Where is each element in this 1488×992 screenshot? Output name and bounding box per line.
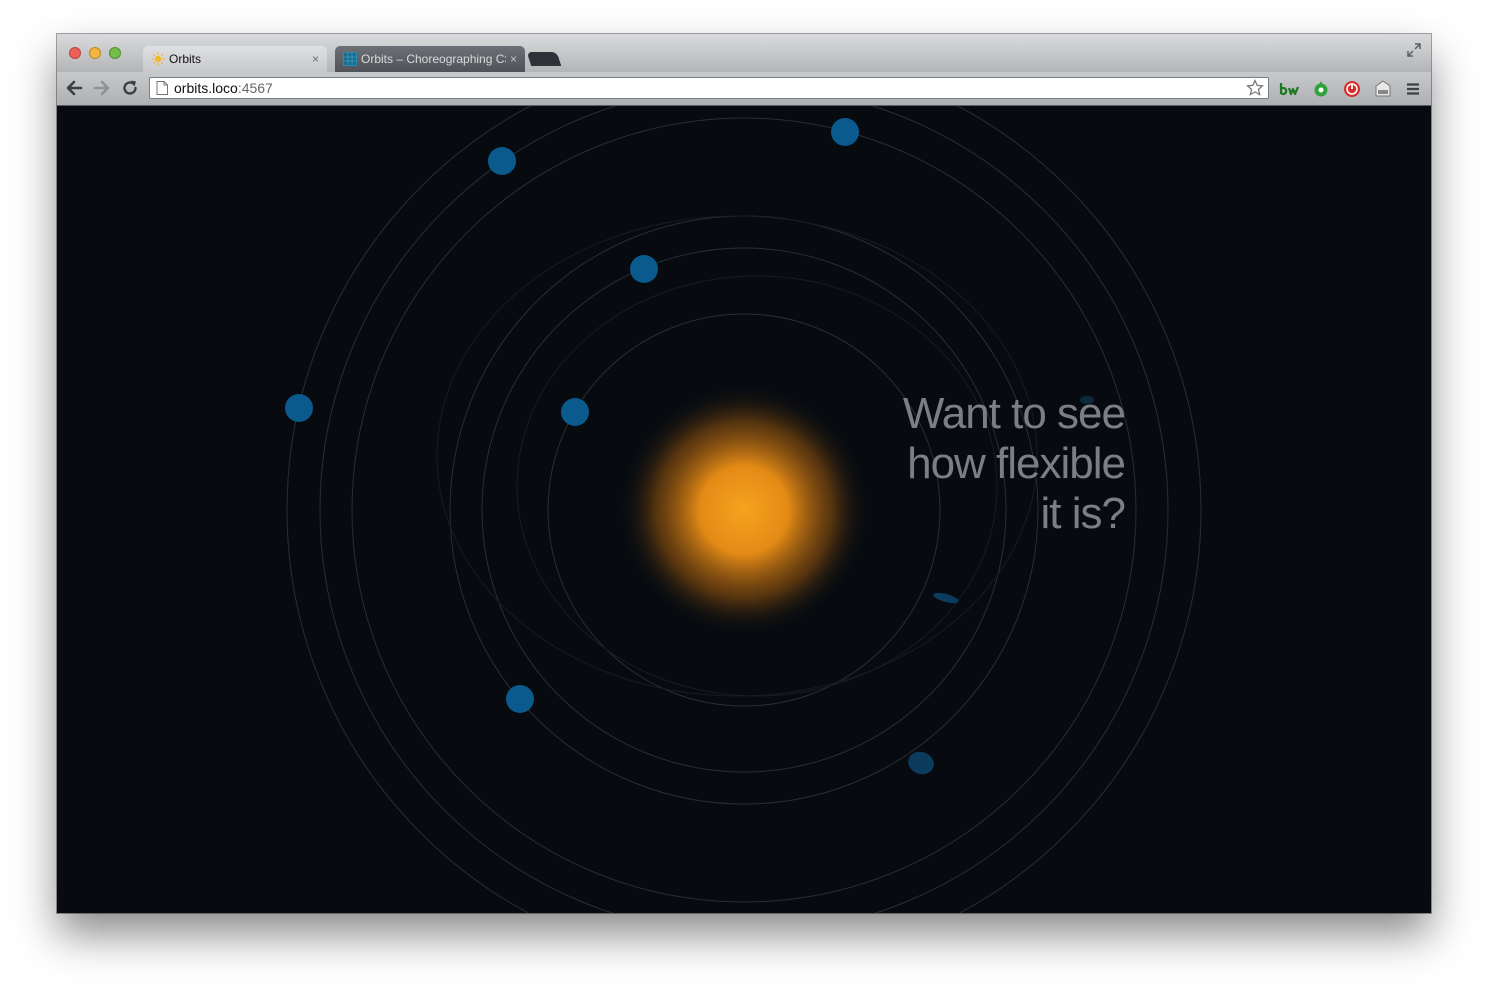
- tab-close-icon[interactable]: ×: [312, 52, 319, 66]
- forward-button[interactable]: [91, 77, 113, 99]
- tab-close-icon[interactable]: ×: [510, 52, 517, 66]
- red-extension-icon[interactable]: [1343, 79, 1361, 99]
- back-arrow-icon: [66, 80, 83, 96]
- planet: [506, 685, 534, 713]
- tag-extension-icon[interactable]: [1374, 79, 1392, 99]
- sun-favicon-icon: [151, 52, 165, 66]
- tab-title: Orbits: [169, 52, 202, 66]
- headline-text: Want to see how flexible it is?: [902, 389, 1126, 538]
- url-port: :4567: [237, 80, 273, 96]
- planet: [561, 398, 589, 426]
- planet: [488, 147, 516, 175]
- green-extension-icon[interactable]: [1313, 79, 1329, 99]
- browser-toolbar: orbits.loco:4567: [57, 72, 1431, 106]
- planet: [831, 118, 859, 146]
- green-extension-glyph: [1314, 81, 1328, 97]
- back-button[interactable]: [63, 77, 85, 99]
- minimize-window-button[interactable]: [89, 47, 101, 59]
- bw-extension-glyph: [1279, 83, 1300, 96]
- fullscreen-icon[interactable]: [1407, 43, 1421, 57]
- zoom-window-button[interactable]: [109, 47, 121, 59]
- bw-extension-icon[interactable]: [1279, 79, 1301, 99]
- close-window-button[interactable]: [69, 47, 81, 59]
- tab-orbits[interactable]: Orbits ×: [143, 46, 327, 72]
- menu-icon: [1407, 83, 1419, 95]
- tag-extension-glyph: [1375, 80, 1391, 97]
- planet: [630, 255, 658, 283]
- browser-window: Orbits × Orbits – Choreographing CSS × o…: [57, 34, 1431, 913]
- new-tab-button[interactable]: [526, 52, 562, 66]
- forward-arrow-icon: [93, 80, 110, 96]
- address-bar[interactable]: orbits.loco:4567: [149, 77, 1269, 99]
- page-content: Want to see how flexible it is?: [57, 106, 1431, 913]
- sun: [618, 384, 870, 636]
- page-icon: [156, 81, 168, 95]
- tab-title: Orbits – Choreographing CSS: [361, 52, 506, 66]
- title-bar: Orbits × Orbits – Choreographing CSS ×: [57, 34, 1431, 72]
- planet: [285, 394, 313, 422]
- bookmark-star-icon[interactable]: [1246, 79, 1264, 97]
- grid-favicon-icon: [343, 52, 357, 66]
- red-extension-glyph: [1344, 81, 1360, 97]
- reload-button[interactable]: [119, 77, 141, 99]
- tab-orbits-choreographing[interactable]: Orbits – Choreographing CSS ×: [335, 46, 525, 72]
- orbit-animation: [57, 106, 1431, 913]
- url-host: orbits.loco: [174, 80, 238, 96]
- reload-icon: [123, 80, 137, 95]
- menu-button[interactable]: [1405, 79, 1421, 99]
